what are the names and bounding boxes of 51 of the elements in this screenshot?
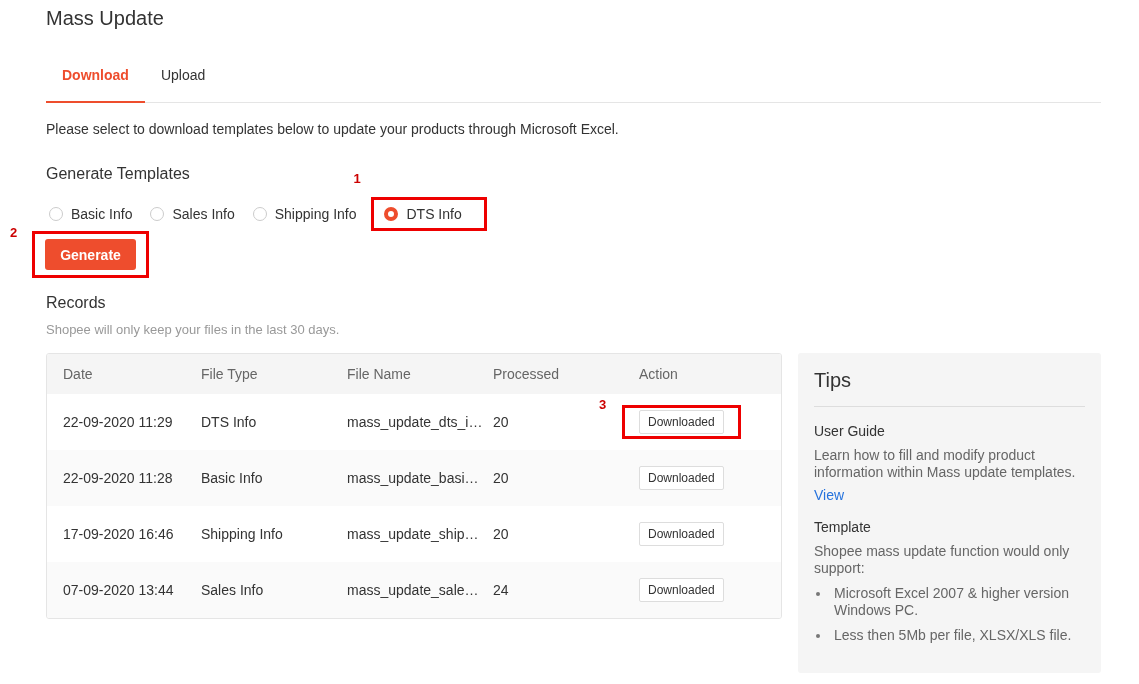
downloaded-button[interactable]: Downloaded (639, 522, 724, 546)
downloaded-button[interactable]: Downloaded (639, 578, 724, 602)
table-cell-text: mass_update_ship… (347, 526, 480, 542)
table-cell-text: DTS Info (201, 414, 258, 430)
column-header: File Type (201, 366, 259, 382)
radio-option[interactable]: Shipping Info (252, 206, 357, 222)
table-cell-text: mass_update_sale… (347, 582, 480, 598)
callout-number: 2 (10, 225, 18, 240)
radio-option[interactable]: Basic Info (49, 206, 133, 222)
table-cell-text: mass_update_dts_i… (347, 414, 484, 430)
section-heading: Records (46, 294, 106, 313)
radio-option[interactable]: Sales Info (150, 206, 235, 222)
table-cell-text: 07-09-2020 13:44 (63, 582, 175, 598)
callout-number: 1 (353, 171, 361, 186)
table-cell-text: 20 (493, 414, 510, 430)
bullet-text: Less then 5Mb per file, XLSX/XLS file. (834, 627, 1072, 644)
tab[interactable]: Upload (144, 55, 222, 103)
bullet-text: Microsoft Excel 2007 & higher version Windows PC. (834, 585, 1070, 619)
bullet-icon (816, 634, 820, 638)
bullet-icon (816, 592, 820, 596)
page-title: Mass Update (46, 6, 165, 31)
intro-text: Please select to download templates below to update your products through Microsoft Excel. (46, 121, 620, 139)
radio-option[interactable]: DTS Info (384, 206, 462, 222)
view-link[interactable]: View (814, 487, 845, 503)
tips-text: Learn how to fill and modify product information within Mass update templates. (814, 447, 1077, 481)
table-cell-text: Basic Info (201, 470, 264, 486)
tips-heading: Template (814, 519, 872, 535)
tips-title: Tips (814, 369, 1085, 407)
radio-icon[interactable] (384, 207, 399, 221)
table-cell-text: 17-09-2020 16:46 (63, 526, 175, 542)
column-header: File Name (347, 366, 412, 382)
tips-text: Shopee mass update function would only support: (814, 543, 1071, 577)
tab[interactable]: Download (46, 55, 145, 103)
table-cell-text: Sales Info (201, 582, 265, 598)
table-cell-text: 22-09-2020 11:29 (63, 414, 174, 430)
tips-heading: User Guide (814, 423, 886, 439)
table-cell-text: Shipping Info (201, 526, 284, 542)
callout-number: 3 (599, 397, 607, 412)
column-header: Date (63, 366, 94, 382)
column-header: Action (639, 366, 679, 382)
generate-button[interactable]: Generate (45, 239, 136, 270)
downloaded-button[interactable]: Downloaded (639, 466, 724, 490)
retention-note: Shopee will only keep your files in the last 30 days. (46, 322, 341, 337)
downloaded-button[interactable]: Downloaded (639, 410, 724, 434)
table-cell-text: mass_update_basi… (347, 470, 480, 486)
table-cell-text: 22-09-2020 11:28 (63, 470, 174, 486)
column-header: Processed (493, 366, 561, 382)
table-cell-text: 24 (493, 582, 510, 598)
table-cell-text: 20 (493, 526, 510, 542)
section-heading: Generate Templates (46, 165, 190, 184)
table-cell-text: 20 (493, 470, 510, 486)
